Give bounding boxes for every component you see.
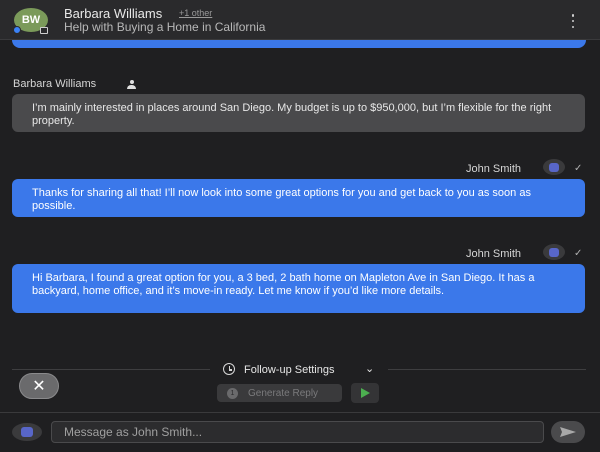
reply-count-badge: 1 xyxy=(227,387,238,399)
agent-avatar xyxy=(543,159,565,175)
followup-settings-toggle[interactable]: Follow-up Settings xyxy=(244,364,335,376)
conversation-subject: Help with Buying a Home in California xyxy=(64,20,266,34)
clock-icon xyxy=(223,363,235,375)
contact-name[interactable]: Barbara Williams xyxy=(64,6,162,21)
message-bubble-incoming: I’m mainly interested in places around S… xyxy=(12,94,585,132)
checkmark-icon: ✓ xyxy=(574,248,583,259)
generate-reply-label: Generate Reply xyxy=(248,387,319,399)
email-channel-icon xyxy=(40,27,48,34)
message-bubble-outgoing: Thanks for sharing all that! I’ll now lo… xyxy=(12,179,585,217)
previous-message-bubble xyxy=(12,40,586,48)
play-icon xyxy=(361,388,370,398)
checkmark-icon: ✓ xyxy=(574,163,583,174)
others-link[interactable]: +1 other xyxy=(179,8,212,18)
agent-avatar xyxy=(543,244,565,260)
message-input[interactable] xyxy=(51,421,544,443)
sender-name: John Smith xyxy=(466,163,522,175)
send-icon xyxy=(560,427,576,437)
send-button[interactable] xyxy=(551,421,585,443)
composer-avatar xyxy=(12,423,42,441)
close-button[interactable]: ✕ xyxy=(19,373,59,399)
user-icon xyxy=(127,80,136,89)
conversation-header: BW Barbara Williams +1 other Help with B… xyxy=(0,0,600,40)
chevron-down-icon[interactable]: ⌄ xyxy=(365,362,374,375)
sender-name: Barbara Williams xyxy=(13,78,97,90)
message-bubble-outgoing: Hi Barbara, I found a great option for y… xyxy=(12,264,585,313)
channel-dot-icon xyxy=(13,26,21,34)
divider xyxy=(388,369,586,370)
play-button[interactable] xyxy=(351,383,379,403)
sender-name: John Smith xyxy=(466,248,522,260)
close-icon: ✕ xyxy=(32,378,46,395)
kebab-menu-icon[interactable] xyxy=(569,14,577,28)
composer-divider xyxy=(0,412,600,413)
generate-reply-button[interactable]: 1 Generate Reply xyxy=(217,384,342,402)
divider xyxy=(12,369,210,370)
